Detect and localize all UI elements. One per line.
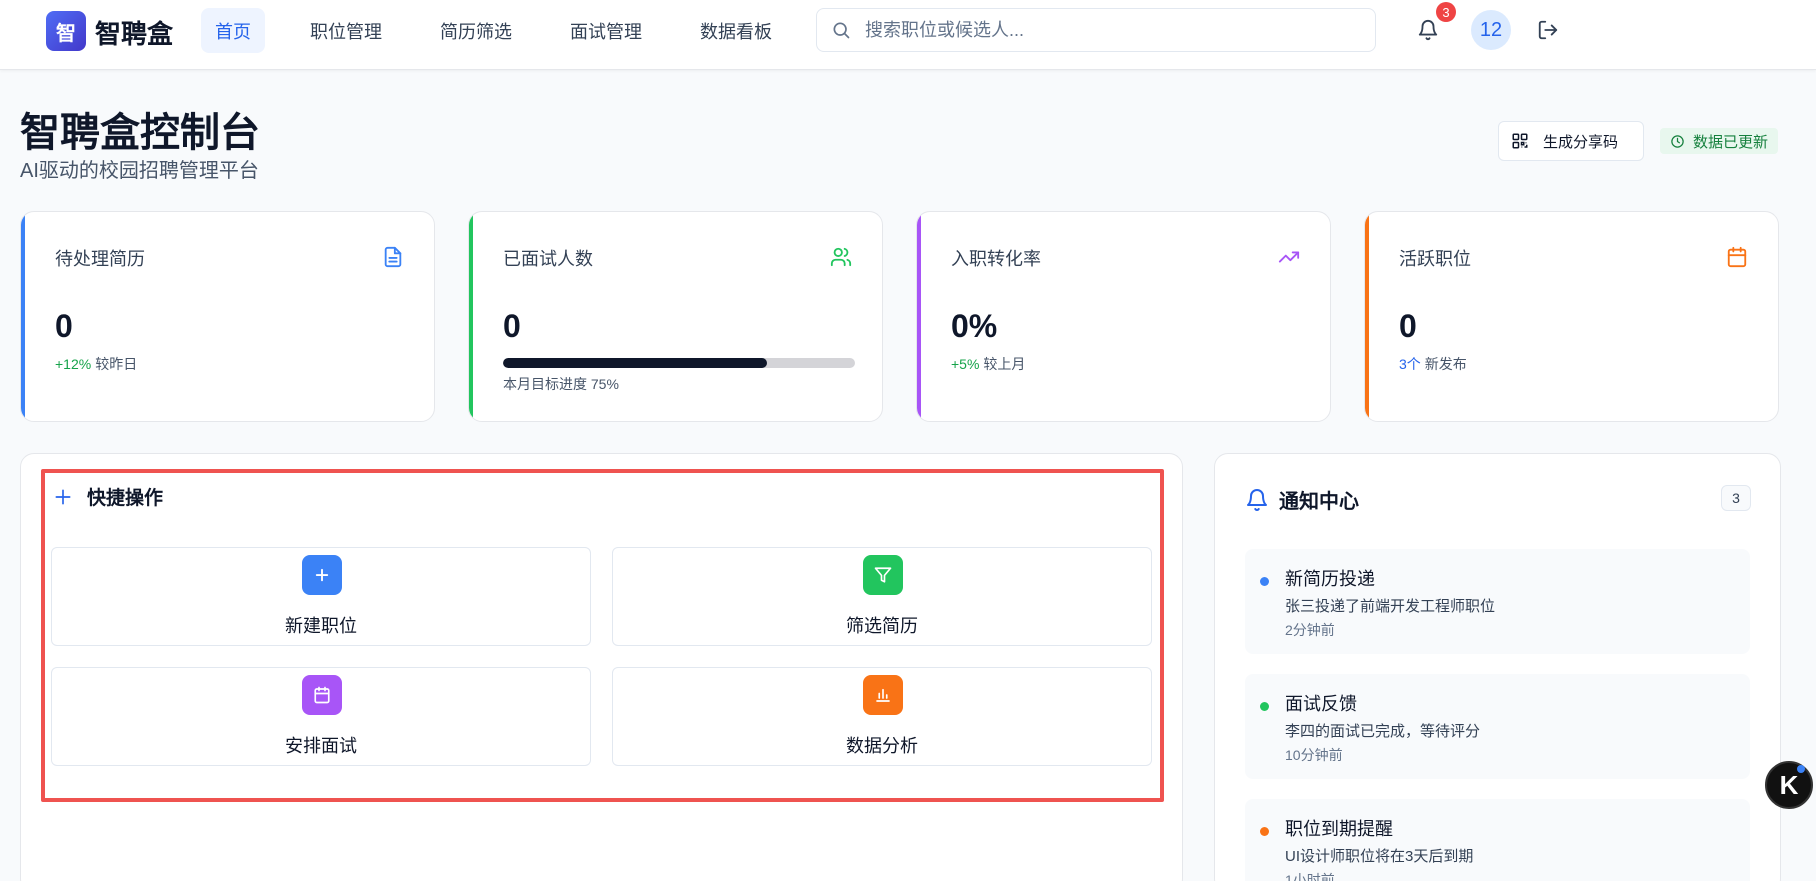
page-title: 智聘盒控制台 [20, 111, 260, 155]
nav-resume-screening[interactable]: 简历筛选 [426, 8, 526, 53]
stat-value: 0 [1399, 308, 1417, 344]
qr-code-icon [1512, 133, 1528, 149]
notification-desc: 张三投递了前端开发工程师职位 [1285, 598, 1496, 615]
tile-label: 新建职位 [285, 616, 357, 636]
notification-center-title: 通知中心 [1245, 485, 1359, 514]
share-code-button[interactable]: 生成分享码 [1498, 121, 1644, 161]
card-accent-bar [21, 212, 25, 421]
filter-icon [874, 567, 892, 583]
quick-actions-title-text: 快捷操作 [87, 488, 164, 509]
stat-value: 0 [503, 308, 521, 344]
stat-note: +5% 较上月 [951, 354, 1025, 374]
stat-note-text: 较昨日 [95, 356, 138, 372]
stat-value: 0 [55, 308, 73, 344]
tile-icon-box [863, 555, 903, 595]
plus-icon [55, 489, 71, 504]
stat-change: +5% [951, 356, 980, 372]
stat-note-text: 较上月 [983, 356, 1026, 372]
stat-card-conversion-rate: 入职转化率 0% +5% 较上月 [916, 211, 1331, 422]
notification-title: 新简历投递 [1285, 569, 1375, 589]
stat-change: 3个 [1399, 356, 1421, 372]
logout-icon [1538, 20, 1558, 40]
stat-label: 待处理简历 [55, 249, 145, 269]
stat-card-active-jobs: 活跃职位 0 3个 新发布 [1364, 211, 1779, 422]
notification-item[interactable]: 面试反馈 李四的面试已完成，等待评分 10分钟前 [1245, 674, 1750, 779]
avatar[interactable]: 12 [1471, 10, 1511, 50]
quick-action-filter-resumes[interactable]: 筛选简历 [612, 547, 1152, 646]
brand-name[interactable]: 智聘盒 [95, 14, 173, 51]
stat-change: +12% [55, 356, 92, 372]
stat-label: 已面试人数 [503, 249, 593, 269]
stat-card-interviewed: 已面试人数 0 本月目标进度 75% [468, 211, 883, 422]
search-input[interactable] [865, 19, 1345, 41]
tile-label: 筛选简历 [846, 616, 918, 636]
bar-chart-icon [876, 688, 890, 702]
notification-count-badge: 3 [1721, 485, 1751, 511]
notification-time: 2分钟前 [1285, 622, 1335, 638]
file-text-icon [384, 246, 402, 268]
floating-assistant-button[interactable]: K [1765, 761, 1813, 809]
nav-interview-management[interactable]: 面试管理 [556, 8, 656, 53]
stat-value: 0% [951, 308, 998, 344]
card-accent-bar [917, 212, 921, 421]
quick-action-new-job[interactable]: 新建职位 [51, 547, 591, 646]
notification-dot [1260, 827, 1269, 836]
clock-icon [1671, 134, 1684, 148]
nav-data-dashboard[interactable]: 数据看板 [686, 8, 786, 53]
share-code-label: 生成分享码 [1543, 133, 1619, 151]
notification-desc: 李四的面试已完成，等待评分 [1285, 723, 1481, 740]
tile-label: 安排面试 [285, 736, 357, 756]
calendar-icon [314, 686, 330, 704]
quick-action-schedule-interview[interactable]: 安排面试 [51, 667, 591, 766]
stat-label: 入职转化率 [951, 249, 1041, 269]
notification-title: 职位到期提醒 [1285, 819, 1393, 839]
stat-note: 3个 新发布 [1399, 354, 1467, 374]
stat-note: +12% 较昨日 [55, 354, 137, 374]
progress-note: 本月目标进度 75% [503, 376, 619, 392]
notification-desc: UI设计师职位将在3天后到期 [1285, 848, 1474, 865]
notification-center-title-text: 通知中心 [1279, 491, 1359, 513]
card-accent-bar [1365, 212, 1369, 421]
stat-note-text: 新发布 [1424, 356, 1467, 372]
tile-label: 数据分析 [846, 736, 918, 756]
floating-assistant-status-dot [1797, 765, 1805, 773]
stat-card-pending-resumes: 待处理简历 0 +12% 较昨日 [20, 211, 435, 422]
tile-icon-box [863, 675, 903, 715]
page-subtitle: AI驱动的校园招聘管理平台 [20, 160, 259, 182]
notification-dot [1260, 702, 1269, 711]
tile-icon-box [302, 675, 342, 715]
nav-home[interactable]: 首页 [201, 8, 265, 53]
notification-button[interactable] [1414, 16, 1442, 44]
stat-label: 活跃职位 [1399, 249, 1471, 269]
logout-button[interactable] [1535, 17, 1561, 43]
trending-up-icon [1278, 251, 1300, 263]
notification-item[interactable]: 职位到期提醒 UI设计师职位将在3天后到期 1小时前 [1245, 799, 1750, 881]
notification-title: 面试反馈 [1285, 694, 1357, 714]
bell-icon [1247, 488, 1267, 511]
tile-icon-box [302, 555, 342, 595]
notification-item[interactable]: 新简历投递 张三投递了前端开发工程师职位 2分钟前 [1245, 549, 1750, 654]
notification-time: 10分钟前 [1285, 747, 1343, 763]
data-updated-badge: 数据已更新 [1660, 128, 1779, 154]
top-header: 智 智聘盒 首页 职位管理 简历筛选 面试管理 数据看板 3 12 [0, 0, 1816, 70]
users-icon [830, 247, 852, 267]
progress-bar [503, 358, 855, 368]
progress-fill [503, 358, 767, 368]
data-updated-label: 数据已更新 [1693, 133, 1769, 151]
quick-actions-title: 快捷操作 [53, 483, 163, 510]
logo[interactable]: 智 [46, 11, 86, 51]
notification-badge: 3 [1436, 2, 1456, 22]
bell-icon [1418, 20, 1438, 41]
nav-job-management[interactable]: 职位管理 [296, 8, 396, 53]
notification-time: 1小时前 [1285, 872, 1335, 881]
quick-action-data-analysis[interactable]: 数据分析 [612, 667, 1152, 766]
card-accent-bar [469, 212, 473, 421]
search-icon [833, 22, 850, 39]
notification-dot [1260, 577, 1269, 586]
plus-icon [315, 568, 329, 582]
search-box[interactable] [816, 8, 1376, 52]
calendar-icon [1727, 246, 1747, 268]
